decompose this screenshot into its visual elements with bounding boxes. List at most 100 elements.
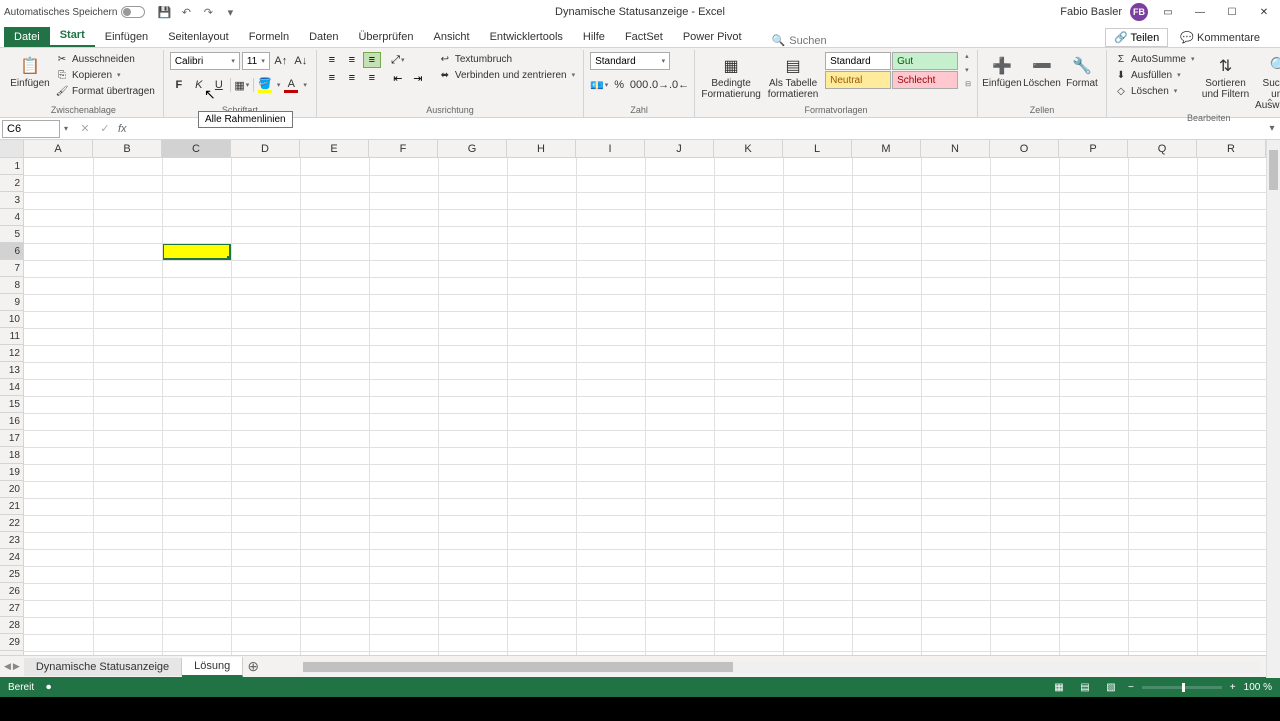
normal-view-button[interactable]: ▦ [1050,680,1068,694]
sheet-nav-prev-icon[interactable]: ◀ [4,661,11,672]
tab-developer[interactable]: Entwicklertools [480,27,573,47]
number-format-select[interactable]: Standard▾ [590,52,670,70]
row-header[interactable]: 3 [0,192,23,209]
column-header[interactable]: F [369,140,438,157]
format-painter-button[interactable]: 🖌Format übertragen [54,84,157,98]
tab-formulas[interactable]: Formeln [239,27,299,47]
row-header[interactable]: 9 [0,294,23,311]
tab-pagelayout[interactable]: Seitenlayout [158,27,239,47]
align-top-button[interactable]: ≡ [323,52,341,68]
tab-data[interactable]: Daten [299,27,348,47]
sheet-tab-2[interactable]: Lösung [182,657,243,677]
font-name-select[interactable]: Calibri▾ [170,52,240,70]
increase-decimal-button[interactable]: .0→ [650,76,668,94]
enter-formula-button[interactable]: ✓ [96,121,114,137]
font-color-button[interactable]: A [282,76,300,94]
tab-file[interactable]: Datei [4,27,50,47]
search-box[interactable]: 🔍 [772,34,870,47]
row-header[interactable]: 23 [0,532,23,549]
tab-factset[interactable]: FactSet [615,27,673,47]
zoom-level[interactable]: 100 % [1244,682,1272,693]
delete-cells-button[interactable]: ➖Löschen [1024,52,1060,89]
column-header[interactable]: R [1197,140,1266,157]
column-header[interactable]: O [990,140,1059,157]
indent-decrease-button[interactable]: ⇤ [389,70,407,86]
row-header[interactable]: 13 [0,362,23,379]
tab-start[interactable]: Start [50,25,95,47]
align-middle-button[interactable]: ≡ [343,52,361,68]
row-header[interactable]: 19 [0,464,23,481]
style-neutral[interactable]: Neutral [825,71,891,89]
formula-bar[interactable] [133,120,1264,138]
zoom-out-button[interactable]: − [1128,682,1134,693]
wrap-text-button[interactable]: ↩Textumbruch [437,52,577,66]
search-input[interactable] [789,35,869,47]
indent-increase-button[interactable]: ⇥ [409,70,427,86]
macro-record-icon[interactable]: ⏺ [46,682,51,693]
style-gut[interactable]: Gut [892,52,958,70]
column-header[interactable]: H [507,140,576,157]
column-header[interactable]: L [783,140,852,157]
row-header[interactable]: 16 [0,413,23,430]
column-header[interactable]: N [921,140,990,157]
row-header[interactable]: 12 [0,345,23,362]
fill-color-button[interactable]: 🪣 [256,76,274,94]
row-header[interactable]: 8 [0,277,23,294]
column-header[interactable]: E [300,140,369,157]
row-header[interactable]: 10 [0,311,23,328]
font-size-select[interactable]: 11▾ [242,52,270,70]
conditional-formatting-button[interactable]: ▦Bedingte Formatierung [701,52,761,100]
row-header[interactable]: 5 [0,226,23,243]
column-header[interactable]: B [93,140,162,157]
column-header[interactable]: A [24,140,93,157]
align-bottom-button[interactable]: ≡ [363,52,381,68]
scrollbar-thumb[interactable] [303,662,733,672]
tab-view[interactable]: Ansicht [423,27,479,47]
sheet-nav-next-icon[interactable]: ▶ [13,661,20,672]
percent-button[interactable]: % [610,76,628,94]
collapse-ribbon-icon[interactable]: ⌃ [1266,98,1274,109]
insert-cells-button[interactable]: ➕Einfügen [984,52,1020,89]
tab-powerpivot[interactable]: Power Pivot [673,27,752,47]
comments-button[interactable]: 💬 Kommentare [1172,29,1268,46]
fill-button[interactable]: ⬇Ausfüllen ▾ [1113,68,1197,82]
borders-button[interactable]: ▦▾ [233,76,251,94]
row-header[interactable]: 26 [0,583,23,600]
name-box[interactable]: C6 [2,120,60,138]
row-header[interactable]: 1 [0,158,23,175]
bold-button[interactable]: F [170,76,188,94]
cut-button[interactable]: ✂Ausschneiden [54,52,157,66]
row-header[interactable]: 18 [0,447,23,464]
column-header[interactable]: M [852,140,921,157]
align-center-button[interactable]: ≡ [343,70,361,86]
clear-button[interactable]: ◇Löschen ▾ [1113,84,1197,98]
cells[interactable] [24,158,1280,655]
row-header[interactable]: 15 [0,396,23,413]
font-color-dropdown[interactable]: ▾ [303,81,307,89]
share-button[interactable]: 🔗 Teilen [1105,28,1168,47]
style-standard[interactable]: Standard [825,52,891,70]
selected-cell[interactable] [162,243,231,260]
toggle-icon[interactable] [121,6,145,18]
fx-icon[interactable]: fx [118,123,127,135]
zoom-slider[interactable] [1142,686,1222,689]
row-header[interactable]: 25 [0,566,23,583]
row-header[interactable]: 21 [0,498,23,515]
qat-more-icon[interactable]: ▾ [223,5,237,19]
row-header[interactable]: 20 [0,481,23,498]
styles-more-button[interactable]: ⊟ [965,80,971,88]
tab-help[interactable]: Hilfe [573,27,615,47]
column-header[interactable]: C [162,140,231,157]
row-header[interactable]: 11 [0,328,23,345]
align-left-button[interactable]: ≡ [323,70,341,86]
vertical-scrollbar[interactable] [1266,140,1280,678]
column-header[interactable]: K [714,140,783,157]
ribbon-display-icon[interactable]: ▭ [1156,4,1180,20]
decrease-decimal-button[interactable]: .0← [670,76,688,94]
accounting-format-button[interactable]: 💶▾ [590,76,608,94]
row-header[interactable]: 24 [0,549,23,566]
row-header[interactable]: 29 [0,634,23,651]
autosave-toggle[interactable]: Automatisches Speichern [4,6,145,18]
format-as-table-button[interactable]: ▤Als Tabelle formatieren [765,52,821,100]
cancel-formula-button[interactable]: ✕ [76,121,94,137]
